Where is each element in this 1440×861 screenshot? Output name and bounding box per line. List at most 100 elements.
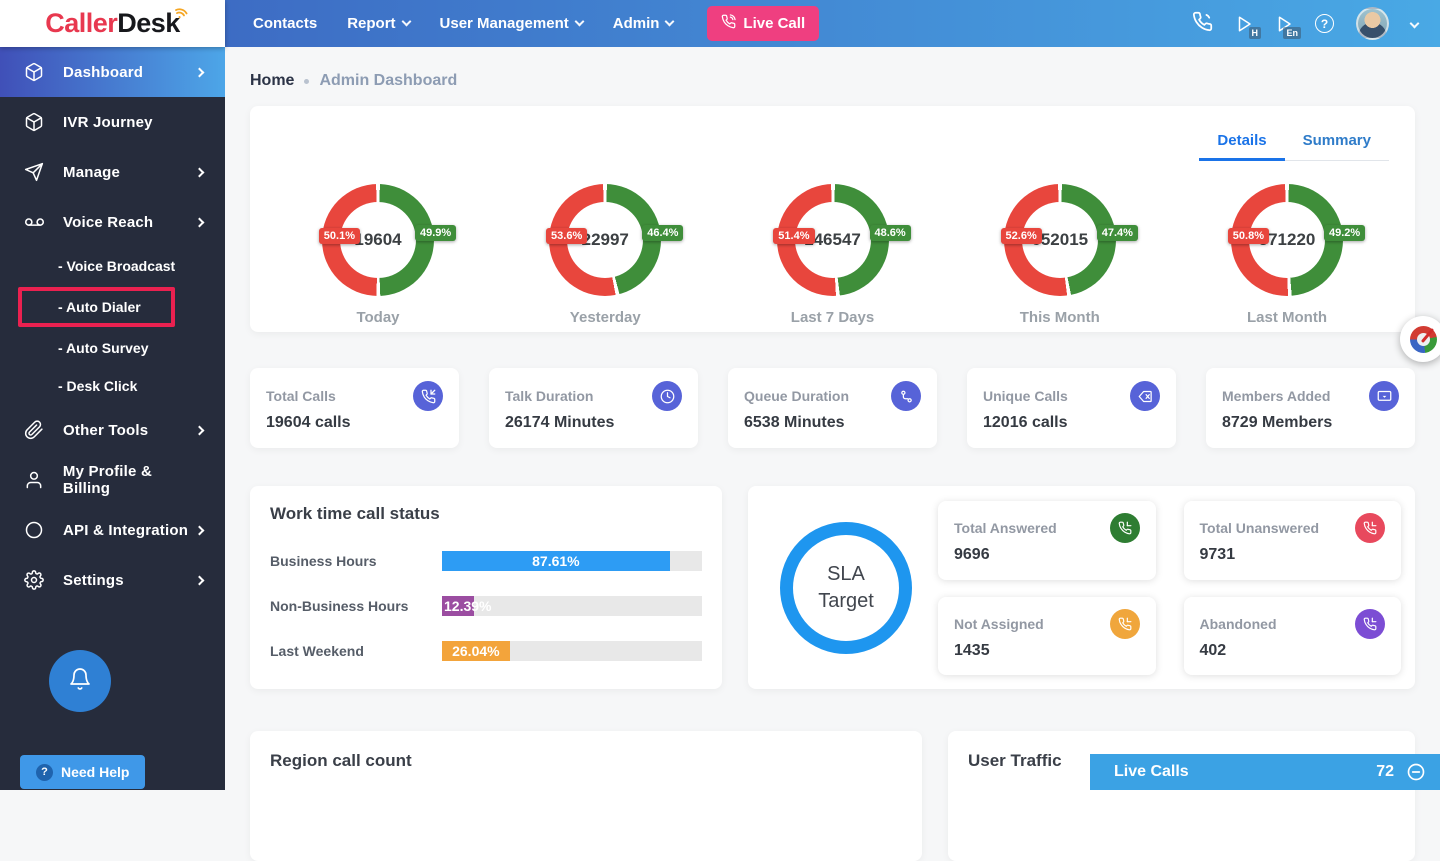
sla-target-ring: SLA Target bbox=[780, 522, 912, 654]
stat-card-unique-calls: Unique Calls 12016 calls bbox=[967, 368, 1176, 448]
profile-chevron-down-icon[interactable] bbox=[1409, 18, 1420, 29]
phone-icon[interactable] bbox=[1192, 11, 1213, 37]
red-percent-badge: 50.8% bbox=[1227, 228, 1269, 244]
red-percent-badge: 50.1% bbox=[318, 228, 360, 244]
gear-icon bbox=[24, 570, 46, 590]
nav-item-report[interactable]: Report bbox=[347, 15, 411, 32]
user-avatar[interactable] bbox=[1356, 7, 1389, 40]
speed-dial-fab[interactable] bbox=[1400, 316, 1440, 362]
bar-fill: 12.39% bbox=[442, 596, 492, 616]
circle-icon bbox=[24, 520, 46, 540]
auto-dialer-highlight-box: - Auto Dialer bbox=[18, 287, 175, 327]
sidebar-item-dashboard[interactable]: Dashboard bbox=[0, 47, 225, 97]
chevron-right-icon bbox=[194, 217, 205, 227]
sla-card-abandoned: Abandoned 402 bbox=[1183, 596, 1401, 675]
donut-label: Yesterday bbox=[569, 309, 641, 326]
work-time-title: Work time call status bbox=[270, 504, 440, 523]
sidebar-subitem-voice-broadcast[interactable]: - Voice Broadcast bbox=[0, 247, 225, 285]
middle-row: Work time call status Business Hours 87.… bbox=[250, 486, 1415, 689]
brand-logo[interactable]: CallerDesk bbox=[0, 0, 225, 47]
donut-last-7-days: 146547 51.4% 48.6% Last 7 Days bbox=[773, 184, 911, 326]
green-percent-badge: 49.9% bbox=[415, 225, 457, 241]
breadcrumb-home[interactable]: Home bbox=[250, 72, 294, 90]
user-icon bbox=[24, 470, 46, 490]
summary-tabs: Details Summary bbox=[1199, 124, 1389, 161]
nav-item-user-management[interactable]: User Management bbox=[440, 15, 585, 32]
phone-missed-icon bbox=[1355, 513, 1385, 543]
live-call-button[interactable]: Live Call bbox=[707, 6, 820, 41]
sidebar-subitem-desk-click[interactable]: - Desk Click bbox=[0, 367, 225, 405]
donut-label: Last Month bbox=[1247, 309, 1327, 326]
bar-fill: 87.61% bbox=[442, 551, 670, 571]
paperclip-icon bbox=[24, 420, 46, 440]
donut-label: Last 7 Days bbox=[790, 309, 875, 326]
notifications-bell-button[interactable] bbox=[49, 650, 111, 712]
play-hindi-badge: H bbox=[1248, 26, 1261, 39]
phone-wave-icon bbox=[721, 14, 737, 33]
nav-item-contacts[interactable]: Contacts bbox=[253, 15, 317, 32]
top-bar: CallerDesk Contacts Report User Manageme… bbox=[0, 0, 1440, 47]
navbar-right-icons: H En ? bbox=[1192, 7, 1420, 40]
phone-incoming-icon bbox=[1109, 513, 1140, 543]
sidebar-item-my-profile-billing[interactable]: My Profile & Billing bbox=[0, 455, 225, 505]
breadcrumb: Home Admin Dashboard bbox=[250, 72, 1440, 90]
play-english-icon[interactable]: En bbox=[1275, 14, 1301, 39]
tab-details[interactable]: Details bbox=[1199, 124, 1285, 161]
sidebar-item-settings[interactable]: Settings bbox=[0, 555, 225, 605]
green-percent-badge: 46.4% bbox=[642, 225, 684, 241]
phone-off-icon bbox=[1355, 608, 1385, 639]
stats-row: Total Calls 19604 calls Talk Duration 26… bbox=[250, 368, 1415, 448]
signal-waves-icon bbox=[167, 0, 196, 32]
donut-last-month: 571220 50.8% 49.2% Last Month bbox=[1227, 184, 1366, 326]
main-navbar: Contacts Report User Management Admin Li… bbox=[225, 0, 1440, 47]
send-icon bbox=[24, 162, 46, 182]
chevron-right-icon bbox=[194, 425, 205, 435]
play-english-badge: En bbox=[1283, 26, 1301, 39]
sidebar: Dashboard IVR Journey Manage Voice Reach… bbox=[0, 47, 225, 790]
user-traffic-card: User Traffic bbox=[948, 731, 1415, 861]
bar-fill: 26.04% bbox=[442, 641, 510, 661]
bottom-row: Region call count User Traffic bbox=[250, 731, 1415, 861]
sla-card-total-answered: Total Answered 9696 bbox=[938, 501, 1156, 580]
need-help-button[interactable]: ? Need Help bbox=[20, 755, 146, 789]
live-calls-count: 72 bbox=[1376, 763, 1394, 780]
stat-card-members-added: Members Added 8729 Members bbox=[1206, 368, 1415, 448]
phone-incoming-icon bbox=[413, 381, 443, 411]
red-percent-badge: 53.6% bbox=[546, 228, 588, 244]
main-content: Home Admin Dashboard Details Summary 196… bbox=[225, 47, 1440, 861]
tab-summary[interactable]: Summary bbox=[1285, 124, 1389, 161]
bar-track: 87.61% bbox=[442, 551, 702, 571]
bar-track: 12.39% bbox=[442, 596, 702, 616]
chevron-down-icon bbox=[401, 16, 411, 27]
region-call-count-card: Region call count bbox=[250, 731, 922, 861]
donut-label: This Month bbox=[1019, 309, 1100, 326]
nav-item-admin[interactable]: Admin bbox=[613, 15, 675, 32]
sidebar-item-api-integration[interactable]: API & Integration bbox=[0, 505, 225, 555]
sidebar-item-manage[interactable]: Manage bbox=[0, 147, 225, 197]
live-calls-bar[interactable]: Live Calls 72 bbox=[1090, 754, 1440, 790]
play-hindi-icon[interactable]: H bbox=[1235, 14, 1261, 39]
work-time-card: Work time call status Business Hours 87.… bbox=[250, 486, 722, 689]
donut-yesterday: 22997 53.6% 46.4% Yesterday bbox=[546, 184, 684, 326]
sidebar-item-ivr-journey[interactable]: IVR Journey bbox=[0, 97, 225, 147]
brand-logo-text: CallerDesk bbox=[45, 8, 188, 39]
tag-x-icon bbox=[1130, 381, 1160, 411]
green-percent-badge: 47.4% bbox=[1096, 225, 1138, 241]
bar-row-last-weekend: Last Weekend 26.04% bbox=[270, 641, 702, 661]
sidebar-subitem-auto-dialer[interactable]: - Auto Dialer bbox=[22, 291, 171, 323]
stat-card-queue-duration: Queue Duration 6538 Minutes bbox=[728, 368, 937, 448]
stat-card-talk-duration: Talk Duration 26174 Minutes bbox=[489, 368, 698, 448]
bar-track: 26.04% bbox=[442, 641, 702, 661]
chevron-right-icon bbox=[194, 575, 205, 585]
phone-incoming-icon bbox=[1109, 608, 1140, 639]
red-percent-badge: 51.4% bbox=[773, 228, 815, 244]
sla-card-total-unanswered: Total Unanswered 9731 bbox=[1183, 501, 1401, 580]
sidebar-subitem-auto-survey[interactable]: - Auto Survey bbox=[0, 329, 225, 367]
sidebar-item-voice-reach[interactable]: Voice Reach bbox=[0, 197, 225, 247]
minimize-icon[interactable] bbox=[1406, 762, 1426, 782]
question-icon: ? bbox=[36, 763, 53, 781]
sidebar-item-other-tools[interactable]: Other Tools bbox=[0, 405, 225, 455]
help-icon[interactable]: ? bbox=[1315, 14, 1334, 33]
brand-caller: Caller bbox=[45, 8, 118, 38]
region-call-count-title: Region call count bbox=[270, 751, 412, 770]
